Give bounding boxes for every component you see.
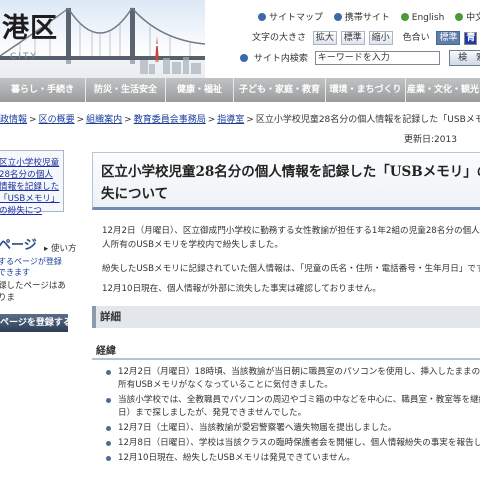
- text-size-enlarge-button[interactable]: 拡大: [312, 31, 337, 45]
- breadcrumb-item[interactable]: 組織案内: [86, 115, 122, 125]
- header-banner[interactable]: 港区 CITY: [0, 0, 205, 78]
- paragraph: 12月10日現在、個人情報が外部に流失した事実は確認しておりません。: [102, 284, 381, 294]
- breadcrumb-item[interactable]: 政情報: [0, 115, 27, 125]
- register-page-button[interactable]: ページを登録する: [0, 314, 68, 332]
- page-title: 区立小学校児童28名分の個人情報を記録した「USBメモリ」の 失について: [92, 152, 480, 210]
- main-content: 区立小学校児童28名分の個人情報を記録した「USBメモリ」の 失について 12月…: [92, 152, 480, 467]
- mypage-note: するページが登録できます: [0, 257, 62, 277]
- arrow-bullet-icon: [333, 13, 342, 21]
- mypage-howto-link[interactable]: ▸ 使い方: [44, 242, 76, 254]
- section-heading-detail: 詳細: [92, 306, 480, 328]
- arrow-bullet-icon: [258, 13, 266, 21]
- search-bullet-icon: [240, 53, 248, 62]
- breadcrumb-item[interactable]: 指導室: [217, 115, 244, 125]
- nav-children[interactable]: 子ども・家庭・教育: [234, 78, 326, 102]
- text-size-shrink-button[interactable]: 縮小: [368, 31, 393, 45]
- global-nav: 暮らし・手続き 防災・生活安全 健康・福祉 子ども・家庭・教育 環境・まちづくり…: [0, 78, 480, 102]
- nav-health[interactable]: 健康・福祉: [166, 78, 234, 102]
- section-heading-history: 経緯: [92, 342, 480, 360]
- color-standard-button[interactable]: 標準: [436, 31, 461, 45]
- paragraph-line: 人所有のUSBメモリを学校内で紛失しました。: [102, 240, 283, 250]
- nav-disaster[interactable]: 防災・生活安全: [86, 78, 166, 102]
- list-item: 12月10日現在、紛失したUSBメモリは発見できていません。: [106, 452, 480, 465]
- sitemap-link[interactable]: サイトマップ: [258, 13, 323, 23]
- paragraph: 12月2日（月曜日）、区立御成門小学校に勤務する女性教諭が担任する1年2組の児童…: [102, 224, 480, 252]
- breadcrumb-current: 区立小学校児童28名分の個人情報を記録した「USBメモリ」の紛失につ: [255, 115, 480, 125]
- list-item: 12月2日（月曜日）18時頃、当該教諭が当日朝に職員室のパソコンを使用し、挿入し…: [106, 366, 480, 392]
- mypage-desc: 録したページはありま: [0, 281, 66, 303]
- updated-date: 更新日:2013: [404, 135, 457, 145]
- related-link[interactable]: 区立小学校児童28名分の個人情報を記録した「USBメモリ」の紛失につ: [0, 158, 60, 216]
- paragraph: 紛失したUSBメモリに記録されていた個人情報は、「児童の氏名・住所・電話番号・生…: [102, 264, 480, 274]
- header: 港区 CITY サイトマップ 携帯サイト English 中文 文字の大きさ 拡…: [0, 0, 480, 80]
- breadcrumb-item[interactable]: 教育委員会事務局: [134, 115, 206, 125]
- search-input[interactable]: キーワードを入力: [314, 51, 440, 65]
- display-controls: 文字の大きさ 拡大 標準 縮小 色合い 標準 青 黄 黒: [252, 30, 480, 45]
- nav-industry[interactable]: 産業・文化・観光: [406, 78, 480, 102]
- page-title-line: 失について: [101, 186, 169, 202]
- nav-living[interactable]: 暮らし・手続き: [0, 78, 86, 102]
- related-box: 区立小学校児童28名分の個人情報を記録した「USBメモリ」の紛失につ: [0, 150, 64, 216]
- site-search: サイト内検索 キーワードを入力 検 索: [240, 50, 480, 66]
- color-blue-button[interactable]: 青: [464, 32, 478, 45]
- site-logo-sub: CITY: [10, 52, 38, 62]
- list-item: 当該小学校では、全教職員でパソコンの周辺やゴミ箱の中などを中心に、職員室・教室等…: [106, 394, 480, 420]
- search-label: サイト内検索: [253, 53, 308, 64]
- search-button[interactable]: 検 索: [448, 50, 480, 66]
- color-label: 色合い: [402, 33, 430, 43]
- list-item: 12月8日（日曜日）、学校は当該クラスの臨時保護者会を開催し、個人情報紛失の事実…: [106, 437, 480, 450]
- text-size-standard-button[interactable]: 標準: [340, 31, 365, 45]
- nav-environment[interactable]: 環境・まちづくり: [326, 78, 406, 102]
- mobile-site-link[interactable]: 携帯サイト: [333, 13, 390, 23]
- text-size-label: 文字の大きさ: [252, 33, 307, 43]
- breadcrumb: 政情報 > 区の概要 > 組織案内 > 教育委員会事務局 > 指導室 > 区立小学校児童28名分の個…: [0, 112, 480, 130]
- left-column: 区立小学校児童28名分の個人情報を記録した「USBメモリ」の紛失につ ページ す…: [0, 150, 76, 332]
- site-logo[interactable]: 港区: [2, 6, 58, 45]
- english-link[interactable]: English: [400, 13, 444, 23]
- list-item: 12月7日（土曜日）、当該教諭が愛宕警察署へ遺失物届を提出しました。: [106, 422, 480, 435]
- top-links: サイトマップ 携帯サイト English 中文: [258, 10, 480, 23]
- page: 港区 CITY サイトマップ 携帯サイト English 中文 文字の大きさ 拡…: [0, 0, 480, 480]
- page-title-line: 区立小学校児童28名分の個人情報を記録した「USBメモリ」の: [101, 164, 480, 180]
- breadcrumb-item[interactable]: 区の概要: [39, 115, 75, 125]
- event-list: 12月2日（月曜日）18時頃、当該教諭が当日朝に職員室のパソコンを使用し、挿入し…: [106, 366, 480, 465]
- chinese-link[interactable]: 中文: [455, 13, 480, 23]
- arrow-bullet-icon: [400, 13, 409, 21]
- arrow-bullet-icon: [455, 13, 464, 21]
- paragraph-line: 12月2日（月曜日）、区立御成門小学校に勤務する女性教諭が担任する1年2組の児童…: [102, 226, 480, 236]
